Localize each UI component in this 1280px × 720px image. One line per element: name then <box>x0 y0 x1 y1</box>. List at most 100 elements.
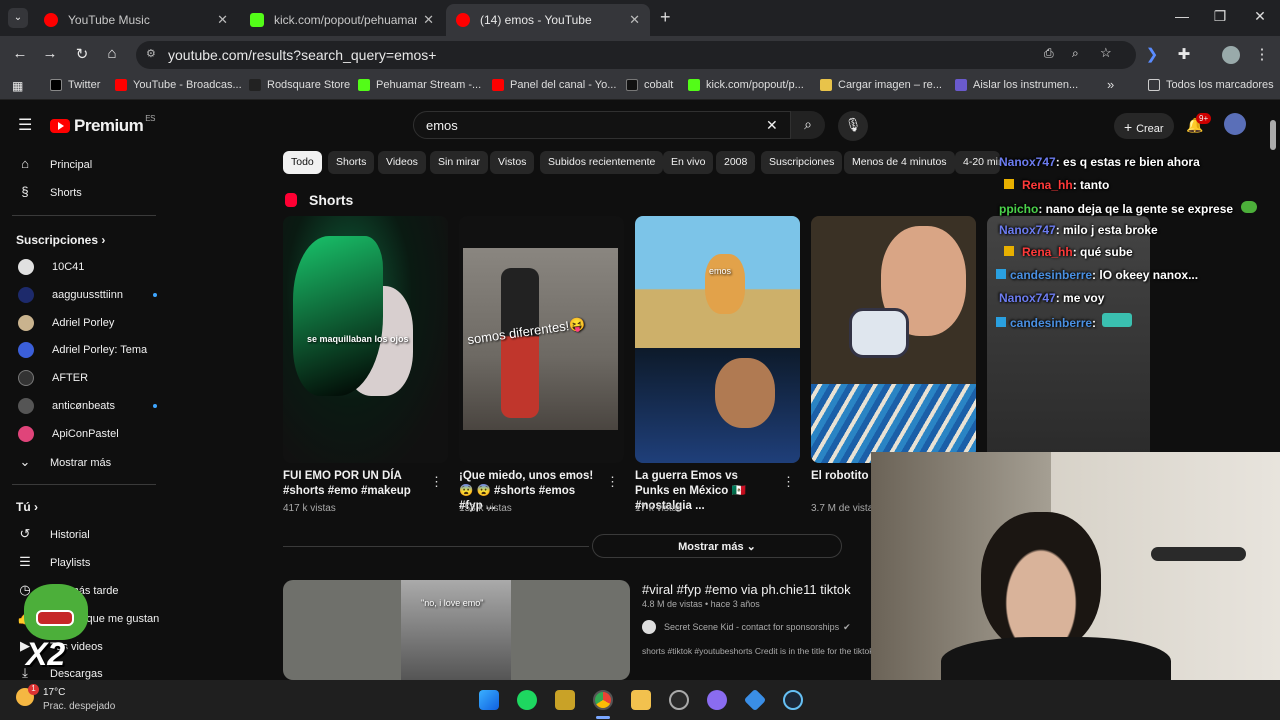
sidebar-item-playlists[interactable]: ☰ Playlists <box>16 554 90 572</box>
spotify-icon[interactable] <box>517 690 537 710</box>
short-thumbnail[interactable]: se maquillaban los ojos <box>283 216 448 463</box>
short-views: 417 k vistas <box>283 503 336 514</box>
file-explorer-icon[interactable] <box>631 690 651 710</box>
menu-dots-icon[interactable]: ⋮ <box>1252 45 1272 63</box>
minimize-icon[interactable]: — <box>1172 8 1192 24</box>
back-icon[interactable]: ← <box>10 45 30 62</box>
short-title[interactable]: El robotito E... TODO! #Livi... <box>811 469 871 484</box>
sidebar-sub-adriel-porley-tema[interactable]: Adriel Porley: Tema <box>16 342 147 358</box>
clear-search-icon[interactable]: ✕ <box>766 117 778 134</box>
sidebar-sub-after[interactable]: AFTER <box>16 370 88 386</box>
more-options-icon[interactable]: ⋮ <box>606 474 619 490</box>
sidebar-sub-apiconpastel[interactable]: ApiConPastel <box>16 426 119 442</box>
channel-row[interactable]: Secret Scene Kid - contact for sponsorsh… <box>642 620 851 634</box>
youtube-premium-logo[interactable]: Premium ES <box>50 114 155 136</box>
bookmark-youtube-broadcast[interactable]: YouTube - Broadcas... <box>115 79 242 91</box>
voice-search-button[interactable]: 🎙 <box>838 111 868 141</box>
shorts-show-more-button[interactable]: Mostrar más ⌄ <box>592 534 842 558</box>
bookmark-cobalt[interactable]: cobalt <box>626 79 673 91</box>
you-header[interactable]: Tú › <box>16 500 38 514</box>
more-options-icon[interactable]: ⋮ <box>782 474 795 490</box>
create-button[interactable]: + Crear <box>1114 113 1174 139</box>
sidebar-sub-adriel-porley[interactable]: Adriel Porley <box>16 315 114 331</box>
tab-search-button[interactable]: ⌄ <box>8 8 28 28</box>
chip-2008[interactable]: 2008 <box>716 151 756 174</box>
hamburger-menu-icon[interactable]: ☰ <box>18 115 32 135</box>
forward-icon[interactable]: → <box>40 45 60 62</box>
video-title[interactable]: #viral #fyp #emo via ph.chie11 tiktok <box>642 582 851 597</box>
chip-en-vivo[interactable]: En vivo <box>663 151 714 174</box>
bookmark-panel[interactable]: Panel del canal - Yo... <box>492 79 616 91</box>
chip-videos[interactable]: Videos <box>378 151 426 174</box>
chip-menos-4-min[interactable]: Menos de 4 minutos <box>844 151 955 174</box>
sidebar-item-historial[interactable]: ↺ Historial <box>16 526 90 544</box>
close-window-icon[interactable]: ✕ <box>1250 8 1270 25</box>
close-icon[interactable]: ✕ <box>629 12 640 28</box>
sidebar-item-principal[interactable]: ⌂ Principal <box>16 156 92 174</box>
sidebar-item-shorts[interactable]: § Shorts <box>16 184 81 202</box>
bookmarks-overflow[interactable]: » <box>1107 77 1114 92</box>
all-bookmarks[interactable]: Todos los marcadores <box>1148 79 1274 91</box>
game-app-icon[interactable] <box>555 690 575 710</box>
obs-icon[interactable] <box>669 690 689 710</box>
chip-sin-mirar[interactable]: Sin mirar <box>430 151 489 174</box>
sidebar-show-more[interactable]: ⌄ Mostrar más <box>16 454 112 472</box>
video-thumbnail[interactable]: "no, i love emo" <box>283 580 630 680</box>
close-icon[interactable]: ✕ <box>217 12 228 28</box>
chip-4-20-min[interactable]: 4-20 min <box>955 151 1000 174</box>
steam-icon[interactable] <box>783 690 803 710</box>
chip-subidos-recientemente[interactable]: Subidos recientemente <box>540 151 664 174</box>
short-title[interactable]: FUI EMO POR UN DÍA #shorts #emo #makeup <box>283 469 423 499</box>
sidebar-sub-anticonbeats[interactable]: anticønbeats <box>16 398 157 414</box>
chat-app-icon[interactable] <box>707 690 727 710</box>
chip-vistos[interactable]: Vistos <box>490 151 535 174</box>
restore-icon[interactable]: ❐ <box>1210 8 1230 25</box>
puzzle-icon[interactable]: ✚ <box>1174 45 1194 63</box>
chip-suscripciones[interactable]: Suscripciones <box>761 151 843 174</box>
search-input[interactable]: emos ✕ <box>413 111 791 139</box>
chip-shorts[interactable]: Shorts <box>328 151 375 174</box>
account-avatar[interactable] <box>1224 113 1246 135</box>
more-options-icon[interactable]: ⋮ <box>430 474 443 490</box>
sidebar-sub-10c41[interactable]: 10C41 <box>16 259 84 275</box>
new-content-dot <box>152 404 157 408</box>
install-icon[interactable]: ⎙ <box>1044 46 1054 61</box>
tab-youtube-emos[interactable]: (14) emos - YouTube ✕ <box>446 4 650 36</box>
search-button[interactable]: ⌕ <box>791 111 825 139</box>
page-scrollbar[interactable] <box>1270 120 1276 150</box>
profile-avatar[interactable] <box>1222 46 1240 64</box>
tab-kick[interactable]: kick.com/popout/pehuamar/ch ✕ <box>240 4 444 36</box>
bookmark-kick-popout[interactable]: kick.com/popout/p... <box>688 79 804 91</box>
chrome-icon[interactable] <box>593 690 613 710</box>
address-bar[interactable]: ⚙ youtube.com/results?search_query=emos+… <box>136 41 1136 69</box>
bookmark-rodsquare[interactable]: Rodsquare Store <box>249 79 350 91</box>
short-thumbnail[interactable]: somos diferentes!😝 <box>459 216 624 463</box>
bookmark-twitter[interactable]: Twitter <box>50 79 100 91</box>
bookmark-star-icon[interactable]: ☆ <box>1100 45 1112 61</box>
sidebar-sub-aagguussttiinn[interactable]: aagguussttiinn <box>16 287 157 303</box>
extension-icon[interactable]: ❯ <box>1142 45 1162 63</box>
apps-icon[interactable]: ▦ <box>12 79 23 93</box>
short-views: 3.7 M de vistas <box>811 503 879 514</box>
bookmark-cargar-imagen[interactable]: Cargar imagen – re... <box>820 79 942 91</box>
zoom-icon[interactable]: ⌕ <box>1072 46 1079 61</box>
tab-youtube-music[interactable]: YouTube Music ✕ <box>34 4 238 36</box>
subscriptions-header[interactable]: Suscripciones › <box>16 233 105 247</box>
windows-start-icon[interactable] <box>479 690 499 710</box>
chip-todo[interactable]: Todo <box>283 151 322 174</box>
reload-icon[interactable]: ↻ <box>72 45 92 63</box>
chat-user: Nanox747 <box>999 291 1056 305</box>
home-icon[interactable]: ⌂ <box>102 45 122 62</box>
close-icon[interactable]: ✕ <box>423 12 434 28</box>
bookmark-label: kick.com/popout/p... <box>706 79 804 91</box>
bookmark-label: YouTube - Broadcas... <box>133 79 242 91</box>
short-thumbnail[interactable] <box>811 216 976 463</box>
bookmark-aislar[interactable]: Aislar los instrumen... <box>955 79 1078 91</box>
new-tab-button[interactable]: + <box>660 7 671 28</box>
thumb-hair <box>293 236 383 396</box>
short-thumbnail[interactable]: emos <box>635 216 800 463</box>
bookmark-pehuamar[interactable]: Pehuamar Stream -... <box>358 79 481 91</box>
tab-title: YouTube Music <box>68 13 150 27</box>
site-info-icon[interactable]: ⚙ <box>146 47 156 60</box>
dev-tool-icon[interactable] <box>743 688 767 712</box>
